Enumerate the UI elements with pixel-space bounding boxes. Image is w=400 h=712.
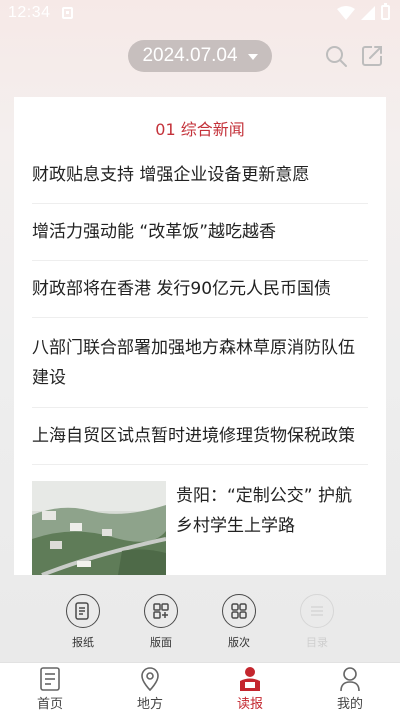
tool-label: 报纸 (72, 636, 94, 649)
news-item-title: 财政部将在香港 发行90亿元人民币国债 (32, 279, 332, 299)
tool-label: 版次 (228, 636, 250, 649)
layout-icon (153, 603, 169, 619)
date-label: 2024.07.04 (142, 45, 238, 66)
tool-circle (300, 594, 334, 628)
tool-label: 版面 (150, 636, 172, 649)
news-item[interactable]: 财政部将在香港 发行90亿元人民币国债 (32, 261, 368, 318)
tool-circle (222, 594, 256, 628)
list-icon (311, 606, 323, 616)
user-icon (340, 667, 360, 692)
tab-label: 我的 (336, 697, 363, 712)
section-title: 01 综合新闻 (155, 120, 245, 139)
status-bar: 12:34 (0, 0, 400, 28)
news-item[interactable]: 八部门联合部署加强地方森林草原消防队伍建设 (32, 318, 368, 408)
read-paper-icon (240, 667, 260, 691)
date-selector[interactable]: 2024.07.04 (128, 40, 272, 72)
tool-contents[interactable]: 目录 (287, 594, 347, 650)
battery-icon (381, 3, 390, 20)
tool-layout[interactable]: 版面 (131, 594, 191, 650)
reader-toolbar: 报纸 版面 版次 目录 (0, 594, 400, 654)
news-item-title: 上海自贸区试点暂时进境修理货物保税政策 (32, 426, 355, 446)
tab-label: 读报 (236, 697, 263, 712)
tool-circle (144, 594, 178, 628)
share-icon[interactable] (360, 44, 384, 68)
tool-edition[interactable]: 版次 (209, 594, 269, 650)
news-item[interactable]: 增活力强动能 “改革饭”越吃越香 (32, 204, 368, 261)
status-time: 12:34 (8, 4, 51, 21)
location-icon (141, 667, 159, 692)
tool-newspaper[interactable]: 报纸 (53, 594, 113, 650)
tab-label: 首页 (36, 697, 63, 712)
wifi-icon (337, 5, 355, 20)
news-thumbnail (32, 481, 166, 575)
tab-label: 地方 (136, 697, 163, 712)
tab-profile[interactable]: 我的 (320, 665, 380, 712)
news-item-title: 增活力强动能 “改革饭”越吃越香 (32, 222, 277, 242)
chevron-down-icon (247, 54, 258, 60)
notification-icon (62, 7, 73, 19)
news-item-title: 财政贴息支持 增强企业设备更新意愿 (32, 165, 310, 185)
bottom-tab-bar: 首页 地方 读报 我的 (0, 662, 400, 712)
newspaper-icon (75, 602, 89, 620)
tab-read-paper[interactable]: 读报 (220, 665, 280, 712)
news-item-title: 贵阳：“定制公交” 护航乡村学生上学路 (176, 486, 353, 536)
status-icons (337, 3, 390, 20)
tool-label: 目录 (306, 636, 328, 649)
tab-local[interactable]: 地方 (120, 665, 180, 712)
signal-icon (361, 5, 375, 20)
search-icon[interactable] (324, 44, 348, 68)
tab-home[interactable]: 首页 (20, 665, 80, 712)
news-card: 01 综合新闻 财政贴息支持 增强企业设备更新意愿 增活力强动能 “改革饭”越吃… (14, 97, 386, 575)
news-list: 财政贴息支持 增强企业设备更新意愿 增活力强动能 “改革饭”越吃越香 财政部将在… (32, 147, 368, 465)
home-doc-icon (40, 667, 60, 691)
tool-circle (66, 594, 100, 628)
news-item-with-image[interactable]: 贵阳：“定制公交” 护航乡村学生上学路 (32, 481, 368, 575)
grid-icon (231, 603, 247, 619)
news-item[interactable]: 上海自贸区试点暂时进境修理货物保税政策 (32, 408, 368, 465)
news-item-title: 八部门联合部署加强地方森林草原消防队伍建设 (32, 337, 355, 388)
news-item[interactable]: 财政贴息支持 增强企业设备更新意愿 (32, 147, 368, 204)
